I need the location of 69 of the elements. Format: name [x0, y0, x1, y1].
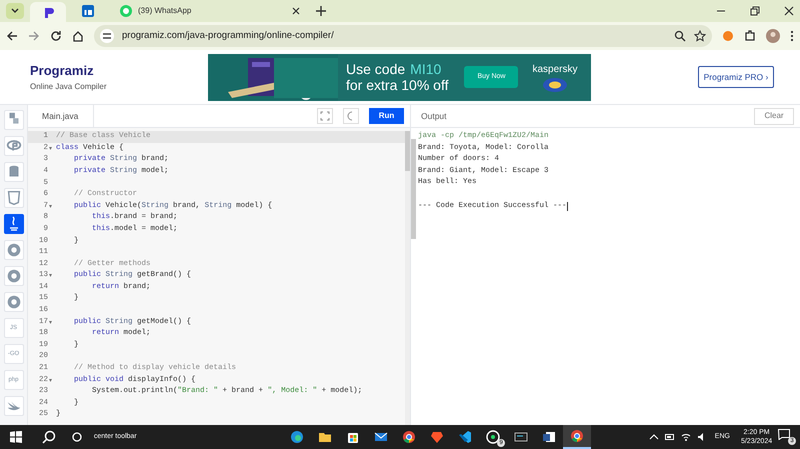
- promo-code: MI10: [410, 61, 442, 77]
- fold-icon[interactable]: [49, 274, 52, 278]
- avatar-icon[interactable]: [766, 29, 780, 43]
- chat-icon: [486, 430, 500, 444]
- taskbar-app[interactable]: [563, 425, 591, 449]
- tab-title: (39) WhatsApp: [138, 5, 192, 17]
- language-button[interactable]: [4, 214, 24, 234]
- code-editor-icon: [458, 430, 472, 444]
- new-tab-icon[interactable]: [316, 6, 326, 16]
- forward-icon[interactable]: [28, 30, 40, 42]
- home-icon[interactable]: [72, 30, 84, 42]
- menu-icon[interactable]: [790, 30, 794, 42]
- ad-text: Use code: [346, 61, 406, 77]
- scrollbar[interactable]: [411, 139, 416, 239]
- notification-icon[interactable]: [778, 429, 790, 440]
- battery-icon[interactable]: [664, 432, 675, 442]
- fullscreen-icon[interactable]: [317, 108, 333, 124]
- site-info-icon[interactable]: [100, 29, 114, 43]
- ad-text: for extra 10% off: [346, 77, 448, 93]
- text-cursor: [566, 202, 568, 211]
- logo-subtitle: Online Java Compiler: [30, 80, 108, 93]
- bag-icon: [346, 430, 360, 444]
- close-icon[interactable]: [292, 7, 300, 15]
- fold-icon[interactable]: [49, 320, 52, 324]
- circle-icon[interactable]: [72, 432, 82, 442]
- language-button[interactable]: [4, 396, 24, 416]
- fold-icon[interactable]: [49, 204, 52, 208]
- close-icon[interactable]: [784, 6, 794, 16]
- envelope-icon: [374, 430, 388, 444]
- restore-icon[interactable]: [750, 6, 760, 16]
- linkedin-icon: [82, 5, 94, 17]
- document-icon: [542, 430, 556, 444]
- browser-icon: [402, 430, 416, 444]
- folder-icon: [318, 430, 332, 444]
- pro-button[interactable]: Programiz PRO ›: [698, 66, 774, 88]
- fold-icon[interactable]: [49, 378, 52, 382]
- wifi-icon[interactable]: [680, 432, 691, 442]
- fold-icon[interactable]: [49, 146, 52, 150]
- panel-title: Output: [421, 110, 448, 122]
- reload-icon[interactable]: [50, 30, 62, 42]
- zoom-icon[interactable]: [674, 30, 686, 42]
- browser-icon: [570, 429, 584, 443]
- dropdown-icon[interactable]: [6, 3, 24, 19]
- language-button[interactable]: [4, 266, 24, 286]
- terminal-icon: [514, 430, 528, 444]
- windows-icon[interactable]: [10, 431, 22, 443]
- language-button[interactable]: [4, 188, 24, 208]
- clear-button[interactable]: Clear: [754, 108, 794, 124]
- file-tab[interactable]: Main.java: [28, 105, 94, 127]
- moon-icon[interactable]: [343, 108, 359, 124]
- chat-icon: [120, 5, 132, 17]
- url-text: programiz.com/java-programming/online-compiler/: [122, 28, 335, 43]
- edge-icon: [290, 430, 304, 444]
- scrollbar[interactable]: [405, 131, 410, 425]
- chevron-up-icon[interactable]: [648, 432, 659, 442]
- brand-text: kaspersky: [532, 62, 578, 76]
- browser-tab[interactable]: [30, 2, 66, 22]
- search-icon[interactable]: [42, 430, 56, 444]
- language-button[interactable]: [4, 240, 24, 260]
- logo[interactable]: Programiz: [30, 61, 208, 81]
- logo-icon: [42, 6, 54, 18]
- run-button[interactable]: Run: [369, 108, 404, 124]
- language-button[interactable]: [4, 162, 24, 182]
- star-icon[interactable]: [694, 30, 706, 42]
- address-bar[interactable]: programiz.com/java-programming/online-compiler/: [94, 25, 712, 47]
- language-button[interactable]: [4, 136, 24, 156]
- emblem-icon: [542, 76, 568, 92]
- back-icon[interactable]: [6, 30, 18, 42]
- language-button[interactable]: [4, 292, 24, 312]
